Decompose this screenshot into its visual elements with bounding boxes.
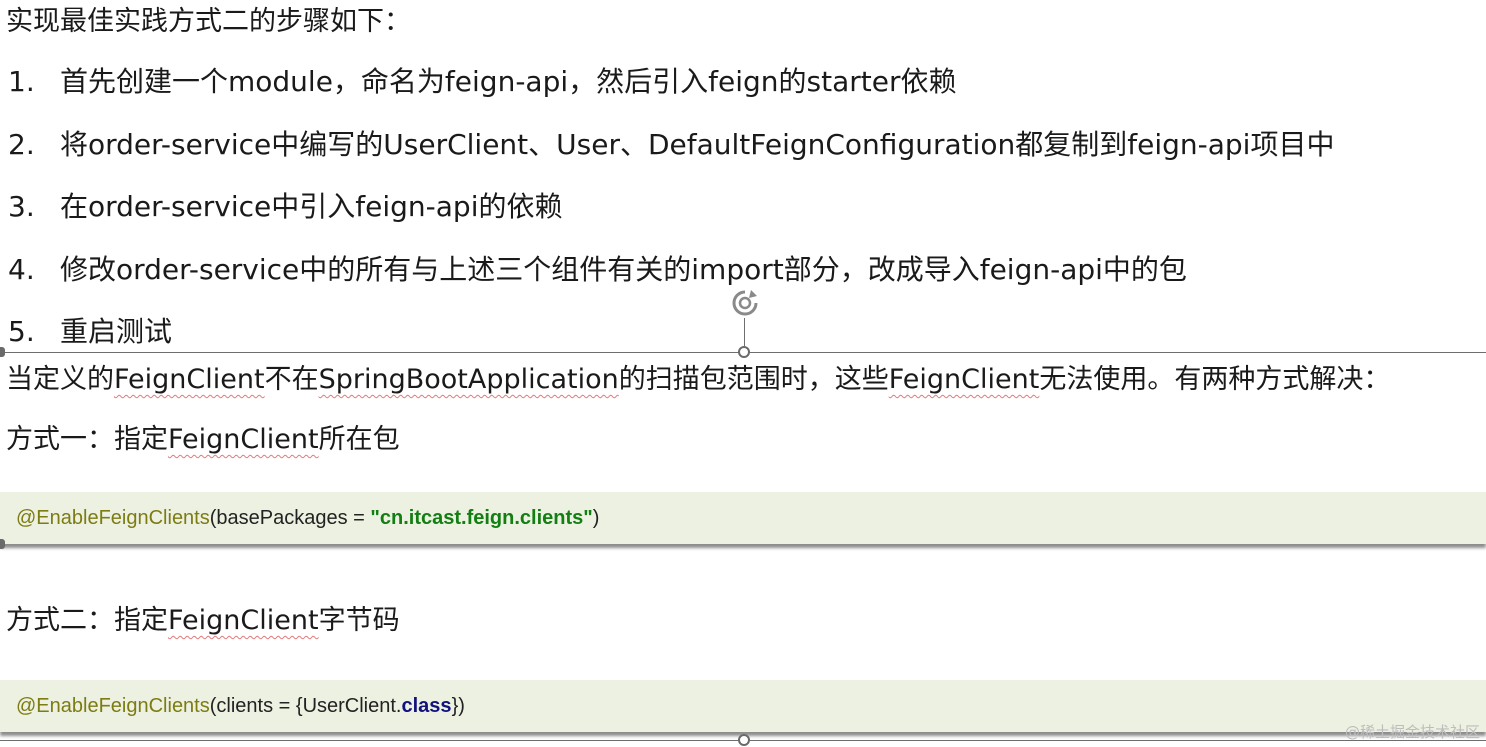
text-run: FeignClient	[888, 364, 1040, 395]
step-5: 5. 重启测试	[8, 312, 172, 352]
watermark: @稀土掘金技术社区	[1344, 723, 1480, 741]
resize-handle-top-left[interactable]	[0, 347, 5, 357]
intro-paragraph: 当定义的FeignClient不在SpringBootApplication的扫…	[6, 360, 1390, 400]
text-run: FeignClient	[168, 605, 319, 636]
code-text: (basePackages =	[209, 507, 371, 529]
code-annotation: @EnableFeignClients	[16, 695, 210, 717]
rotate-handle-icon[interactable]	[729, 287, 761, 319]
code-text: (clients = {UserClient.	[209, 695, 402, 717]
resize-handle-bottom[interactable]	[738, 734, 750, 746]
heading: 实现最佳实践方式二的步骤如下：	[6, 6, 411, 37]
step-3: 3. 在order-service中引入feign-api的依赖	[8, 187, 562, 227]
code-block-2: @EnableFeignClients(clients = {UserClien…	[0, 680, 1486, 732]
text-run: 方式一：指定	[6, 424, 168, 455]
text-run: SpringBootApplication	[318, 364, 619, 395]
code-keyword: class	[401, 695, 452, 717]
step-2: 2. 将order-service中编写的UserClient、User、Defa…	[8, 125, 1334, 165]
text-run: 方式二：指定	[6, 605, 168, 636]
step-text: 首先创建一个module，命名为feign-api，然后引入feign的star…	[60, 65, 957, 98]
step-text: 修改order-service中的所有与上述三个组件有关的import部分，改成…	[60, 253, 1187, 286]
step-4: 4. 修改order-service中的所有与上述三个组件有关的import部分，…	[8, 250, 1187, 290]
code-text: )	[592, 507, 600, 529]
code-annotation: @EnableFeignClients	[16, 507, 210, 529]
step-number: 1.	[8, 65, 35, 98]
step-text: 重启测试	[60, 315, 173, 348]
text-run: 不在	[264, 364, 319, 395]
step-number: 2.	[8, 128, 35, 161]
text-run: 所在包	[318, 424, 400, 455]
step-number: 3.	[8, 190, 35, 223]
text-run: 的扫描包范围时，这些	[618, 364, 889, 395]
resize-handle-top[interactable]	[738, 346, 750, 358]
step-number: 4.	[8, 253, 35, 286]
code-line: @EnableFeignClients(clients = {UserClien…	[16, 694, 465, 718]
way-one-label: 方式一：指定FeignClient所在包	[6, 420, 400, 460]
text-run: 字节码	[318, 605, 400, 636]
code-text: })	[451, 695, 465, 717]
code-line: @EnableFeignClients(basePackages = "cn.i…	[16, 506, 599, 530]
step-number: 5.	[8, 315, 35, 348]
text-run: FeignClient	[168, 424, 319, 455]
text-run: 当定义的	[6, 364, 114, 395]
resize-handle-left[interactable]	[0, 539, 5, 549]
step-1: 1. 首先创建一个module，命名为feign-api，然后引入feign的st…	[8, 62, 956, 102]
rotate-handle-stem	[744, 318, 745, 346]
way-two-label: 方式二：指定FeignClient字节码	[6, 601, 400, 641]
text-run: FeignClient	[114, 364, 265, 395]
code-string: "cn.itcast.feign.clients"	[370, 507, 593, 529]
step-text: 将order-service中编写的UserClient、User、Defaul…	[60, 128, 1335, 161]
code-block-1: @EnableFeignClients(basePackages = "cn.i…	[0, 492, 1486, 544]
step-text: 在order-service中引入feign-api的依赖	[60, 190, 563, 223]
text-run: 无法使用。有两种方式解决：	[1039, 364, 1391, 395]
